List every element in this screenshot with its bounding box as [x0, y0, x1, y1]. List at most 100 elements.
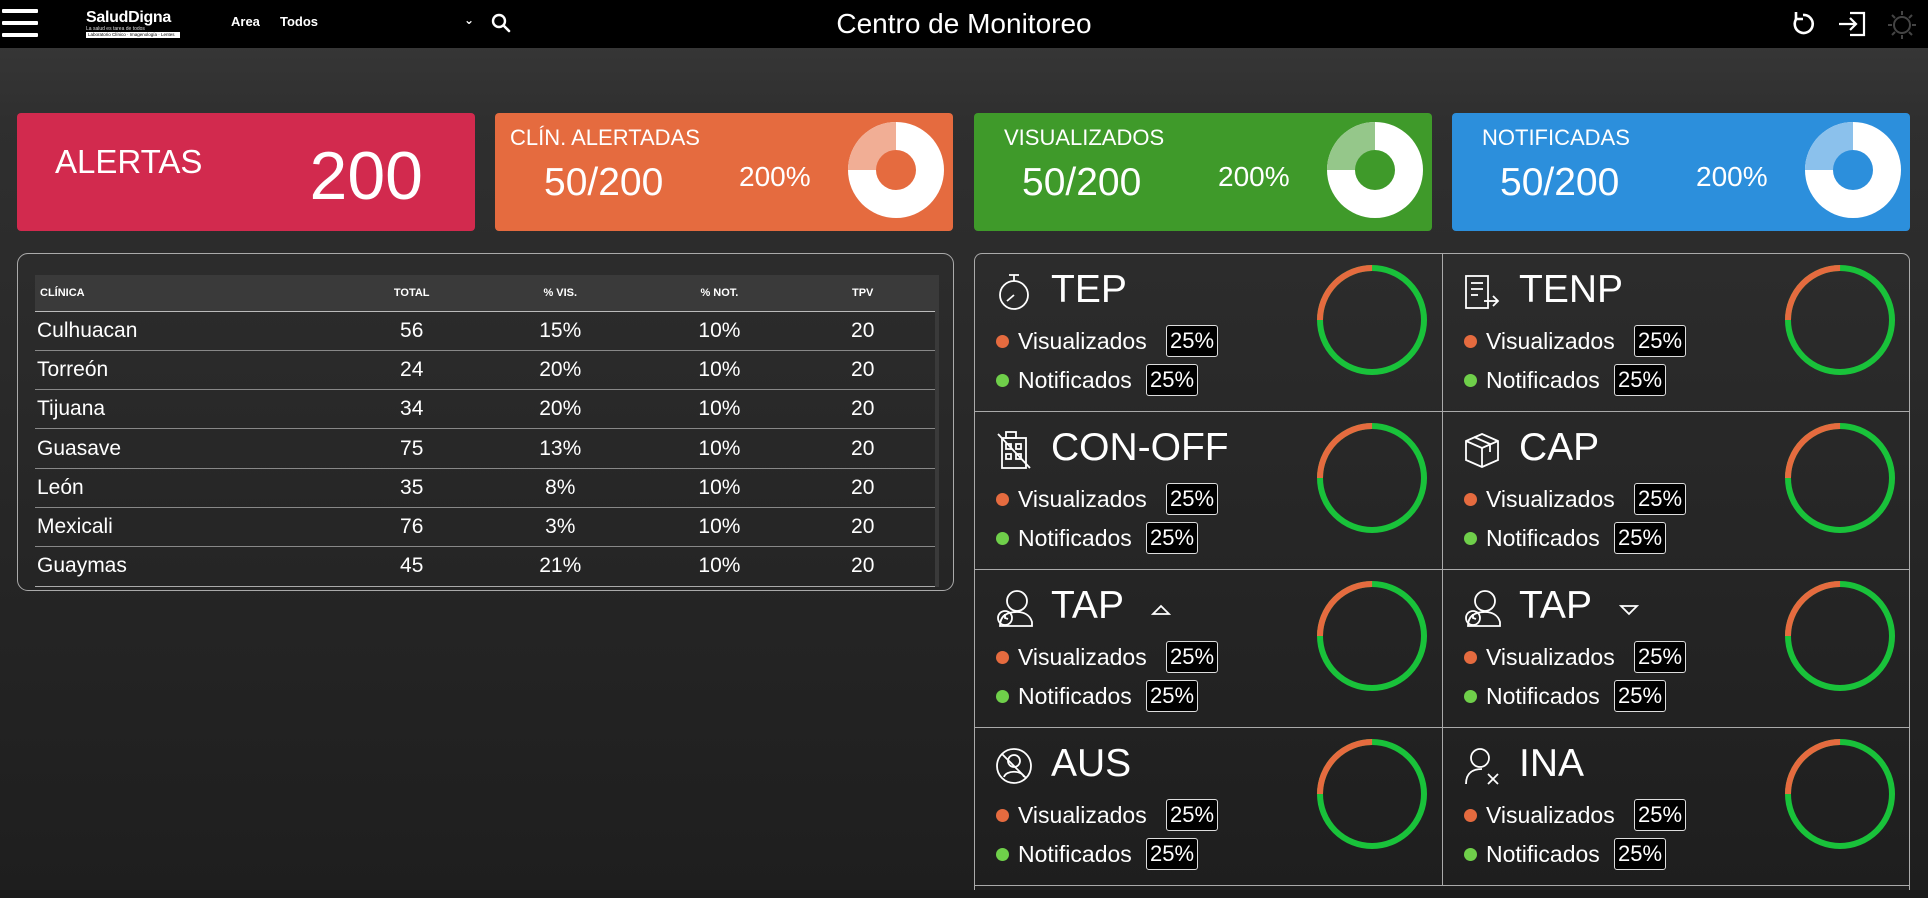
- visualizados-label: Visualizados: [1486, 486, 1615, 512]
- notificados-label: Notificados: [1018, 525, 1132, 551]
- table-row[interactable]: Guasave 75 13% 10% 20: [35, 428, 937, 469]
- cell-not: 10%: [650, 350, 789, 391]
- cell-clinica: Torreón: [35, 350, 354, 391]
- visualizados-value: 25%: [1634, 641, 1687, 673]
- table-row[interactable]: León 35 8% 10% 20: [35, 468, 937, 508]
- brightness-icon[interactable]: [1886, 9, 1918, 41]
- metric-card-tep[interactable]: TEP Visualizados 25% Notificados 25%: [975, 254, 1443, 412]
- visualizados-value: 25%: [1634, 483, 1687, 515]
- cell-not: 10%: [650, 468, 789, 508]
- notificados-value: 25%: [1146, 838, 1199, 870]
- table-row[interactable]: Mexicali 76 3% 10% 20: [35, 507, 937, 548]
- cell-tpv: 20: [788, 546, 937, 587]
- kpi-notificadas-percent: 200%: [1696, 161, 1768, 192]
- kpi-notificadas-title: NOTIFICADAS: [1482, 125, 1630, 150]
- notificados-label: Notificados: [1018, 683, 1132, 709]
- cell-clinica: Mexicali: [35, 507, 354, 548]
- visualizados-value: 25%: [1634, 325, 1687, 357]
- kpi-notificadas-donut: [1805, 122, 1901, 218]
- table-scrollbar[interactable]: [935, 275, 939, 587]
- kpi-clinicas-title: CLÍN. ALERTADAS: [510, 125, 700, 150]
- notificados-value: 25%: [1614, 680, 1667, 712]
- visualizados-value: 25%: [1166, 325, 1219, 357]
- metric-card-tap-down[interactable]: TAP Visualizados 25% Notificados 25%: [1443, 570, 1909, 728]
- kpi-notificadas-ratio: 50/200: [1500, 161, 1620, 204]
- visualizados-label: Visualizados: [1018, 802, 1147, 828]
- notificados-label: Notificados: [1486, 525, 1600, 551]
- logout-icon[interactable]: [1836, 8, 1870, 40]
- col-header-vis[interactable]: % VIS.: [470, 275, 651, 312]
- cell-clinica: León: [35, 468, 354, 508]
- col-header-not[interactable]: % NOT.: [650, 275, 789, 312]
- notificados-dot-icon: [1464, 532, 1477, 545]
- visualizados-value: 25%: [1166, 641, 1219, 673]
- table-row[interactable]: Guaymas 45 21% 10% 20: [35, 546, 937, 587]
- metric-card-tap-up[interactable]: TAP Visualizados 25% Notificados 25%: [975, 570, 1443, 728]
- metric-ring: [1317, 265, 1427, 375]
- col-header-tpv[interactable]: TPV: [788, 275, 937, 312]
- cell-vis: 21%: [470, 546, 651, 587]
- stopwatch-icon: [999, 274, 1029, 310]
- notificados-label: Notificados: [1486, 841, 1600, 867]
- notificados-value: 25%: [1614, 522, 1667, 554]
- refresh-icon[interactable]: [1788, 9, 1818, 39]
- metric-ring: [1317, 739, 1427, 849]
- user-clock-icon: [1465, 590, 1501, 627]
- table-row[interactable]: Culhuacan 56 15% 10% 20: [35, 311, 937, 351]
- metric-ring: [1785, 739, 1895, 849]
- table-row[interactable]: Torreón 24 20% 10% 20: [35, 350, 937, 391]
- cell-vis: 20%: [470, 350, 651, 391]
- metric-title: TEP: [1051, 268, 1127, 311]
- visualizados-label: Visualizados: [1486, 644, 1615, 670]
- notificados-value: 25%: [1614, 364, 1667, 396]
- visualizados-value: 25%: [1166, 799, 1219, 831]
- notificados-dot-icon: [996, 690, 1009, 703]
- metric-ring: [1317, 423, 1427, 533]
- metric-card-tenp[interactable]: TENP Visualizados 25% Notificados 25%: [1443, 254, 1909, 412]
- visualizados-label: Visualizados: [1018, 328, 1147, 354]
- cell-total: 76: [353, 507, 471, 548]
- kpi-alertas-label: ALERTAS: [55, 143, 203, 180]
- cell-total: 75: [353, 428, 471, 469]
- page-title: Centro de Monitoreo: [836, 8, 1092, 39]
- col-header-total[interactable]: TOTAL: [353, 275, 471, 312]
- table-header-row: CLÍNICA TOTAL % VIS. % NOT. TPV: [35, 275, 937, 312]
- triangle-up-icon: [1151, 604, 1171, 615]
- metric-card-aus[interactable]: AUS Visualizados 25% Notificados 25%: [975, 728, 1443, 886]
- metric-card-cap[interactable]: CAP Visualizados 25% Notificados 25%: [1443, 412, 1909, 570]
- notificados-dot-icon: [996, 848, 1009, 861]
- user-x-icon: [1465, 748, 1499, 785]
- metric-card-con-off[interactable]: CON-OFF Visualizados 25% Notificados 25%: [975, 412, 1443, 570]
- kpi-visualizados-percent: 200%: [1218, 161, 1290, 192]
- clinic-table-panel: CLÍNICA TOTAL % VIS. % NOT. TPV Culhuaca…: [17, 253, 954, 591]
- metric-ring: [1785, 265, 1895, 375]
- user-absent-icon: [996, 748, 1032, 784]
- metric-card-ina[interactable]: INA Visualizados 25% Notificados 25%: [1443, 728, 1909, 886]
- notificados-label: Notificados: [1018, 841, 1132, 867]
- notificados-dot-icon: [1464, 374, 1477, 387]
- visualizados-dot-icon: [996, 335, 1009, 348]
- col-header-clinica[interactable]: CLÍNICA: [35, 275, 354, 312]
- notificados-value: 25%: [1146, 364, 1199, 396]
- top-bar: SaludDigna La salud es tarea de todos La…: [0, 0, 1928, 48]
- cell-tpv: 20: [788, 428, 937, 469]
- cell-vis: 8%: [470, 468, 651, 508]
- notificados-dot-icon: [996, 532, 1009, 545]
- visualizados-value: 25%: [1634, 799, 1687, 831]
- boxes-icon: [1465, 433, 1499, 468]
- notificados-value: 25%: [1146, 680, 1199, 712]
- notificados-value: 25%: [1614, 838, 1667, 870]
- building-off-icon: [997, 431, 1031, 469]
- cell-tpv: 20: [788, 507, 937, 548]
- cell-total: 34: [353, 389, 471, 430]
- user-clock-icon: [997, 590, 1033, 627]
- metric-grid: TEP Visualizados 25% Notificados 25% TENP Visu…: [974, 253, 1910, 898]
- kpi-clinicas-card: CLÍN. ALERTADAS 50/200 200%: [495, 113, 953, 231]
- notificados-dot-icon: [1464, 848, 1477, 861]
- visualizados-dot-icon: [996, 809, 1009, 822]
- donut-hole: [1355, 150, 1395, 190]
- cell-tpv: 20: [788, 389, 937, 430]
- cell-clinica: Culhuacan: [35, 311, 354, 351]
- kpi-clinicas-ratio: 50/200: [544, 161, 664, 204]
- table-row[interactable]: Tijuana 34 20% 10% 20: [35, 389, 937, 430]
